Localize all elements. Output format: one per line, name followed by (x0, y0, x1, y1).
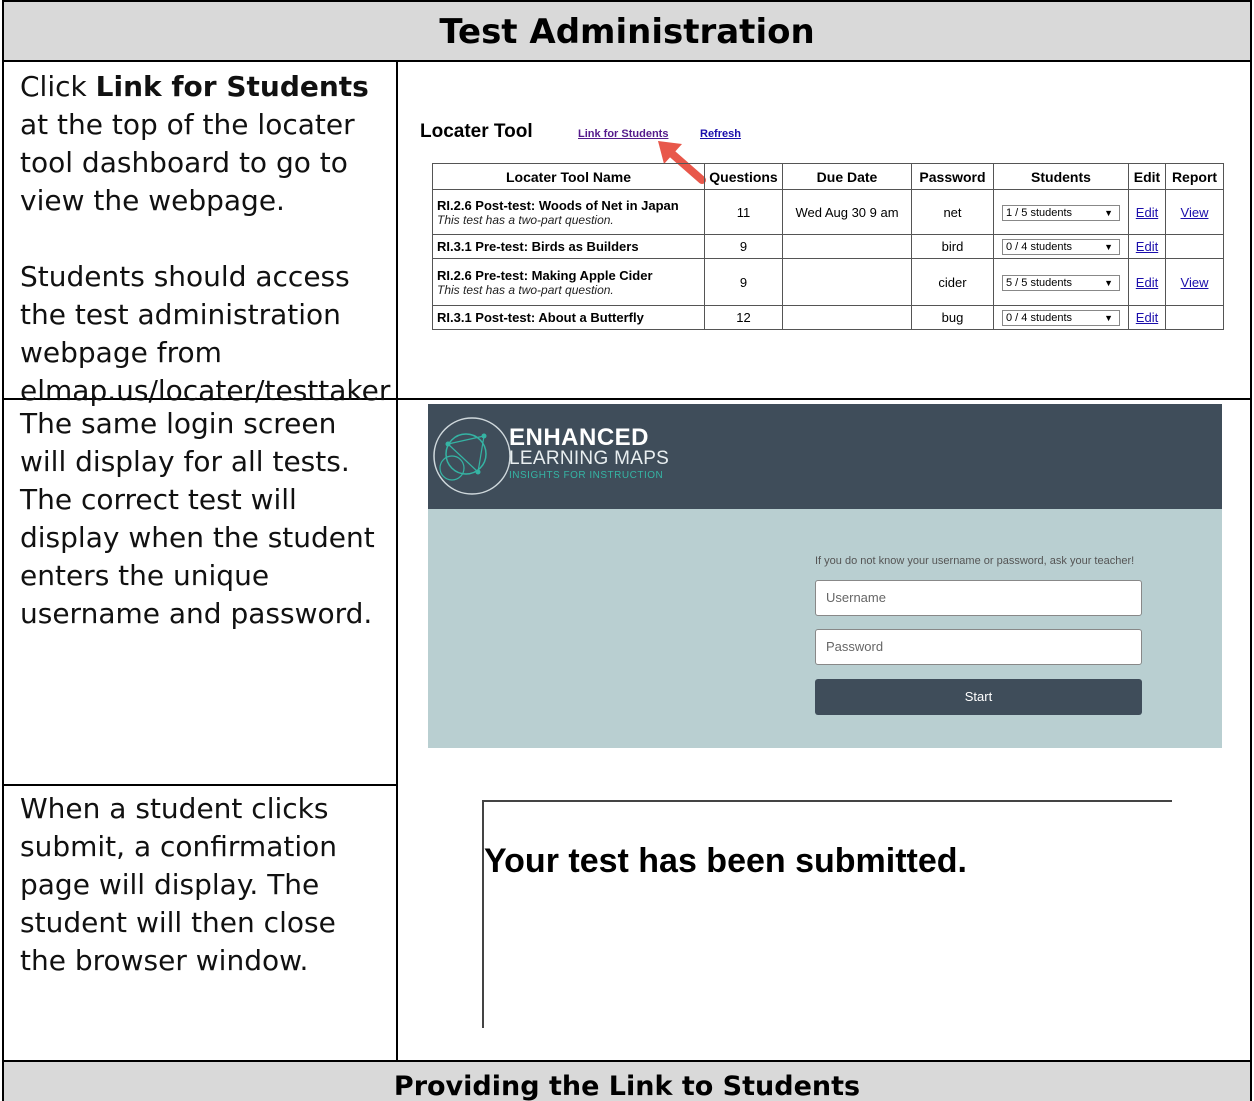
edit-cell: Edit (1128, 305, 1166, 330)
view-report-link[interactable]: View (1181, 275, 1209, 290)
test-note: This test has a two-part question. (437, 282, 614, 297)
start-button[interactable]: Start (815, 679, 1142, 715)
locater-tool-table: Locater Tool Name Questions Due Date Pas… (432, 163, 1224, 330)
submission-confirmation-message: Your test has been submitted. (484, 842, 968, 880)
students-cell: 5 / 5 students ▼ (993, 258, 1129, 306)
test-name-cell: RI.2.6 Pre-test: Making Apple Cider This … (432, 258, 705, 306)
column-header: Edit (1128, 163, 1166, 190)
students-dropdown[interactable]: 5 / 5 students ▼ (1002, 274, 1120, 291)
instruction-link-name: Link for Students (95, 70, 369, 103)
confirmation-frame-top (482, 800, 1172, 802)
table-row: RI.3.1 Pre-test: Birds as Builders 9 bir… (432, 234, 1224, 259)
edit-link[interactable]: Edit (1136, 205, 1158, 220)
questions-cell: 12 (704, 305, 783, 330)
students-value: 5 / 5 students (1006, 276, 1073, 289)
test-name: RI.3.1 Pre-test: Birds as Builders (437, 239, 639, 254)
students-value: 0 / 4 students (1006, 241, 1073, 253)
logo-wordmark: LEARNING MAPS (509, 448, 670, 469)
students-cell: 0 / 4 students ▼ (993, 234, 1129, 259)
report-cell (1165, 234, 1224, 259)
students-dropdown[interactable]: 1 / 5 students ▼ (1002, 204, 1120, 221)
table-row: RI.2.6 Post-test: Woods of Net in Japan T… (432, 189, 1224, 235)
row3-instructions: When a student clicks submit, a confirma… (20, 792, 337, 977)
edit-link[interactable]: Edit (1136, 310, 1158, 325)
students-cell: 1 / 5 students ▼ (993, 189, 1129, 235)
students-value: 1 / 5 students (1006, 206, 1073, 219)
dropdown-arrow-icon: ▼ (1104, 277, 1113, 288)
questions-cell: 9 (704, 234, 783, 259)
password-cell: bug (911, 305, 994, 330)
table-row: RI.3.1 Post-test: About a Butterfly 12 b… (432, 305, 1224, 330)
confirmation-frame-left (482, 800, 484, 1028)
password-cell: net (911, 189, 994, 235)
edit-link[interactable]: Edit (1136, 275, 1158, 290)
password-cell: bird (911, 234, 994, 259)
report-cell: View (1165, 258, 1224, 306)
instruction-text: at the top of the locater tool dashboard… (20, 108, 355, 217)
table-header-row: Locater Tool Name Questions Due Date Pas… (432, 163, 1224, 190)
test-name-cell: RI.3.1 Post-test: About a Butterfly (432, 305, 705, 330)
table-row: RI.2.6 Pre-test: Making Apple Cider This … (432, 258, 1224, 306)
edit-link[interactable]: Edit (1136, 239, 1158, 254)
edit-cell: Edit (1128, 258, 1166, 306)
students-cell: 0 / 4 students ▼ (993, 305, 1129, 330)
login-screen-preview: ENHANCED LEARNING MAPS INSIGHTS FOR INST… (428, 404, 1222, 748)
test-name: RI.3.1 Post-test: About a Butterfly (437, 310, 644, 325)
test-name-cell: RI.3.1 Pre-test: Birds as Builders (432, 234, 705, 259)
report-cell: View (1165, 189, 1224, 235)
instruction-prefix: Click (20, 70, 96, 103)
password-input[interactable]: Password (815, 629, 1142, 665)
section-title-providing-link: Providing the Link to Students (4, 1062, 1250, 1101)
due-date-cell (782, 305, 912, 330)
elm-network-logo-icon (433, 417, 511, 495)
column-header: Questions (704, 163, 783, 190)
questions-cell: 11 (704, 189, 783, 235)
logo-tagline: INSIGHTS FOR INSTRUCTION (509, 470, 664, 481)
dropdown-arrow-icon: ▼ (1104, 242, 1113, 252)
test-name: RI.2.6 Pre-test: Making Apple Cider (437, 267, 653, 283)
students-value: 0 / 4 students (1006, 312, 1073, 324)
row1-instructions: Click Link for Students at the top of th… (20, 68, 390, 410)
column-header: Locater Tool Name (432, 163, 705, 190)
column-header: Password (911, 163, 994, 190)
column-header: Report (1165, 163, 1224, 190)
students-dropdown[interactable]: 0 / 4 students ▼ (1002, 239, 1120, 255)
login-header: ENHANCED LEARNING MAPS INSIGHTS FOR INST… (428, 404, 1222, 509)
edit-cell: Edit (1128, 234, 1166, 259)
due-date-cell: Wed Aug 30 9 am (782, 189, 912, 235)
test-name: RI.2.6 Post-test: Woods of Net in Japan (437, 197, 679, 213)
dropdown-arrow-icon: ▼ (1104, 207, 1113, 218)
view-report-link[interactable]: View (1181, 205, 1209, 220)
locater-tool-title: Locater Tool (420, 121, 533, 142)
section-title-test-administration: Test Administration (4, 2, 1250, 60)
login-hint: If you do not know your username or pass… (815, 555, 1135, 567)
row-divider (2, 784, 396, 786)
row2-instructions: The same login screen will display for a… (20, 407, 375, 630)
students-dropdown[interactable]: 0 / 4 students ▼ (1002, 310, 1120, 326)
column-header: Students (993, 163, 1129, 190)
test-note: This test has a two-part question. (437, 212, 614, 227)
instruction-text-url: Students should access the test administ… (20, 260, 391, 407)
report-cell (1165, 305, 1224, 330)
username-input[interactable]: Username (815, 580, 1142, 616)
column-divider (396, 60, 398, 1062)
due-date-cell (782, 258, 912, 306)
edit-cell: Edit (1128, 189, 1166, 235)
test-name-cell: RI.2.6 Post-test: Woods of Net in Japan T… (432, 189, 705, 235)
due-date-cell (782, 234, 912, 259)
divider (2, 60, 1252, 62)
column-header: Due Date (782, 163, 912, 190)
questions-cell: 9 (704, 258, 783, 306)
dropdown-arrow-icon: ▼ (1104, 313, 1113, 323)
password-cell: cider (911, 258, 994, 306)
